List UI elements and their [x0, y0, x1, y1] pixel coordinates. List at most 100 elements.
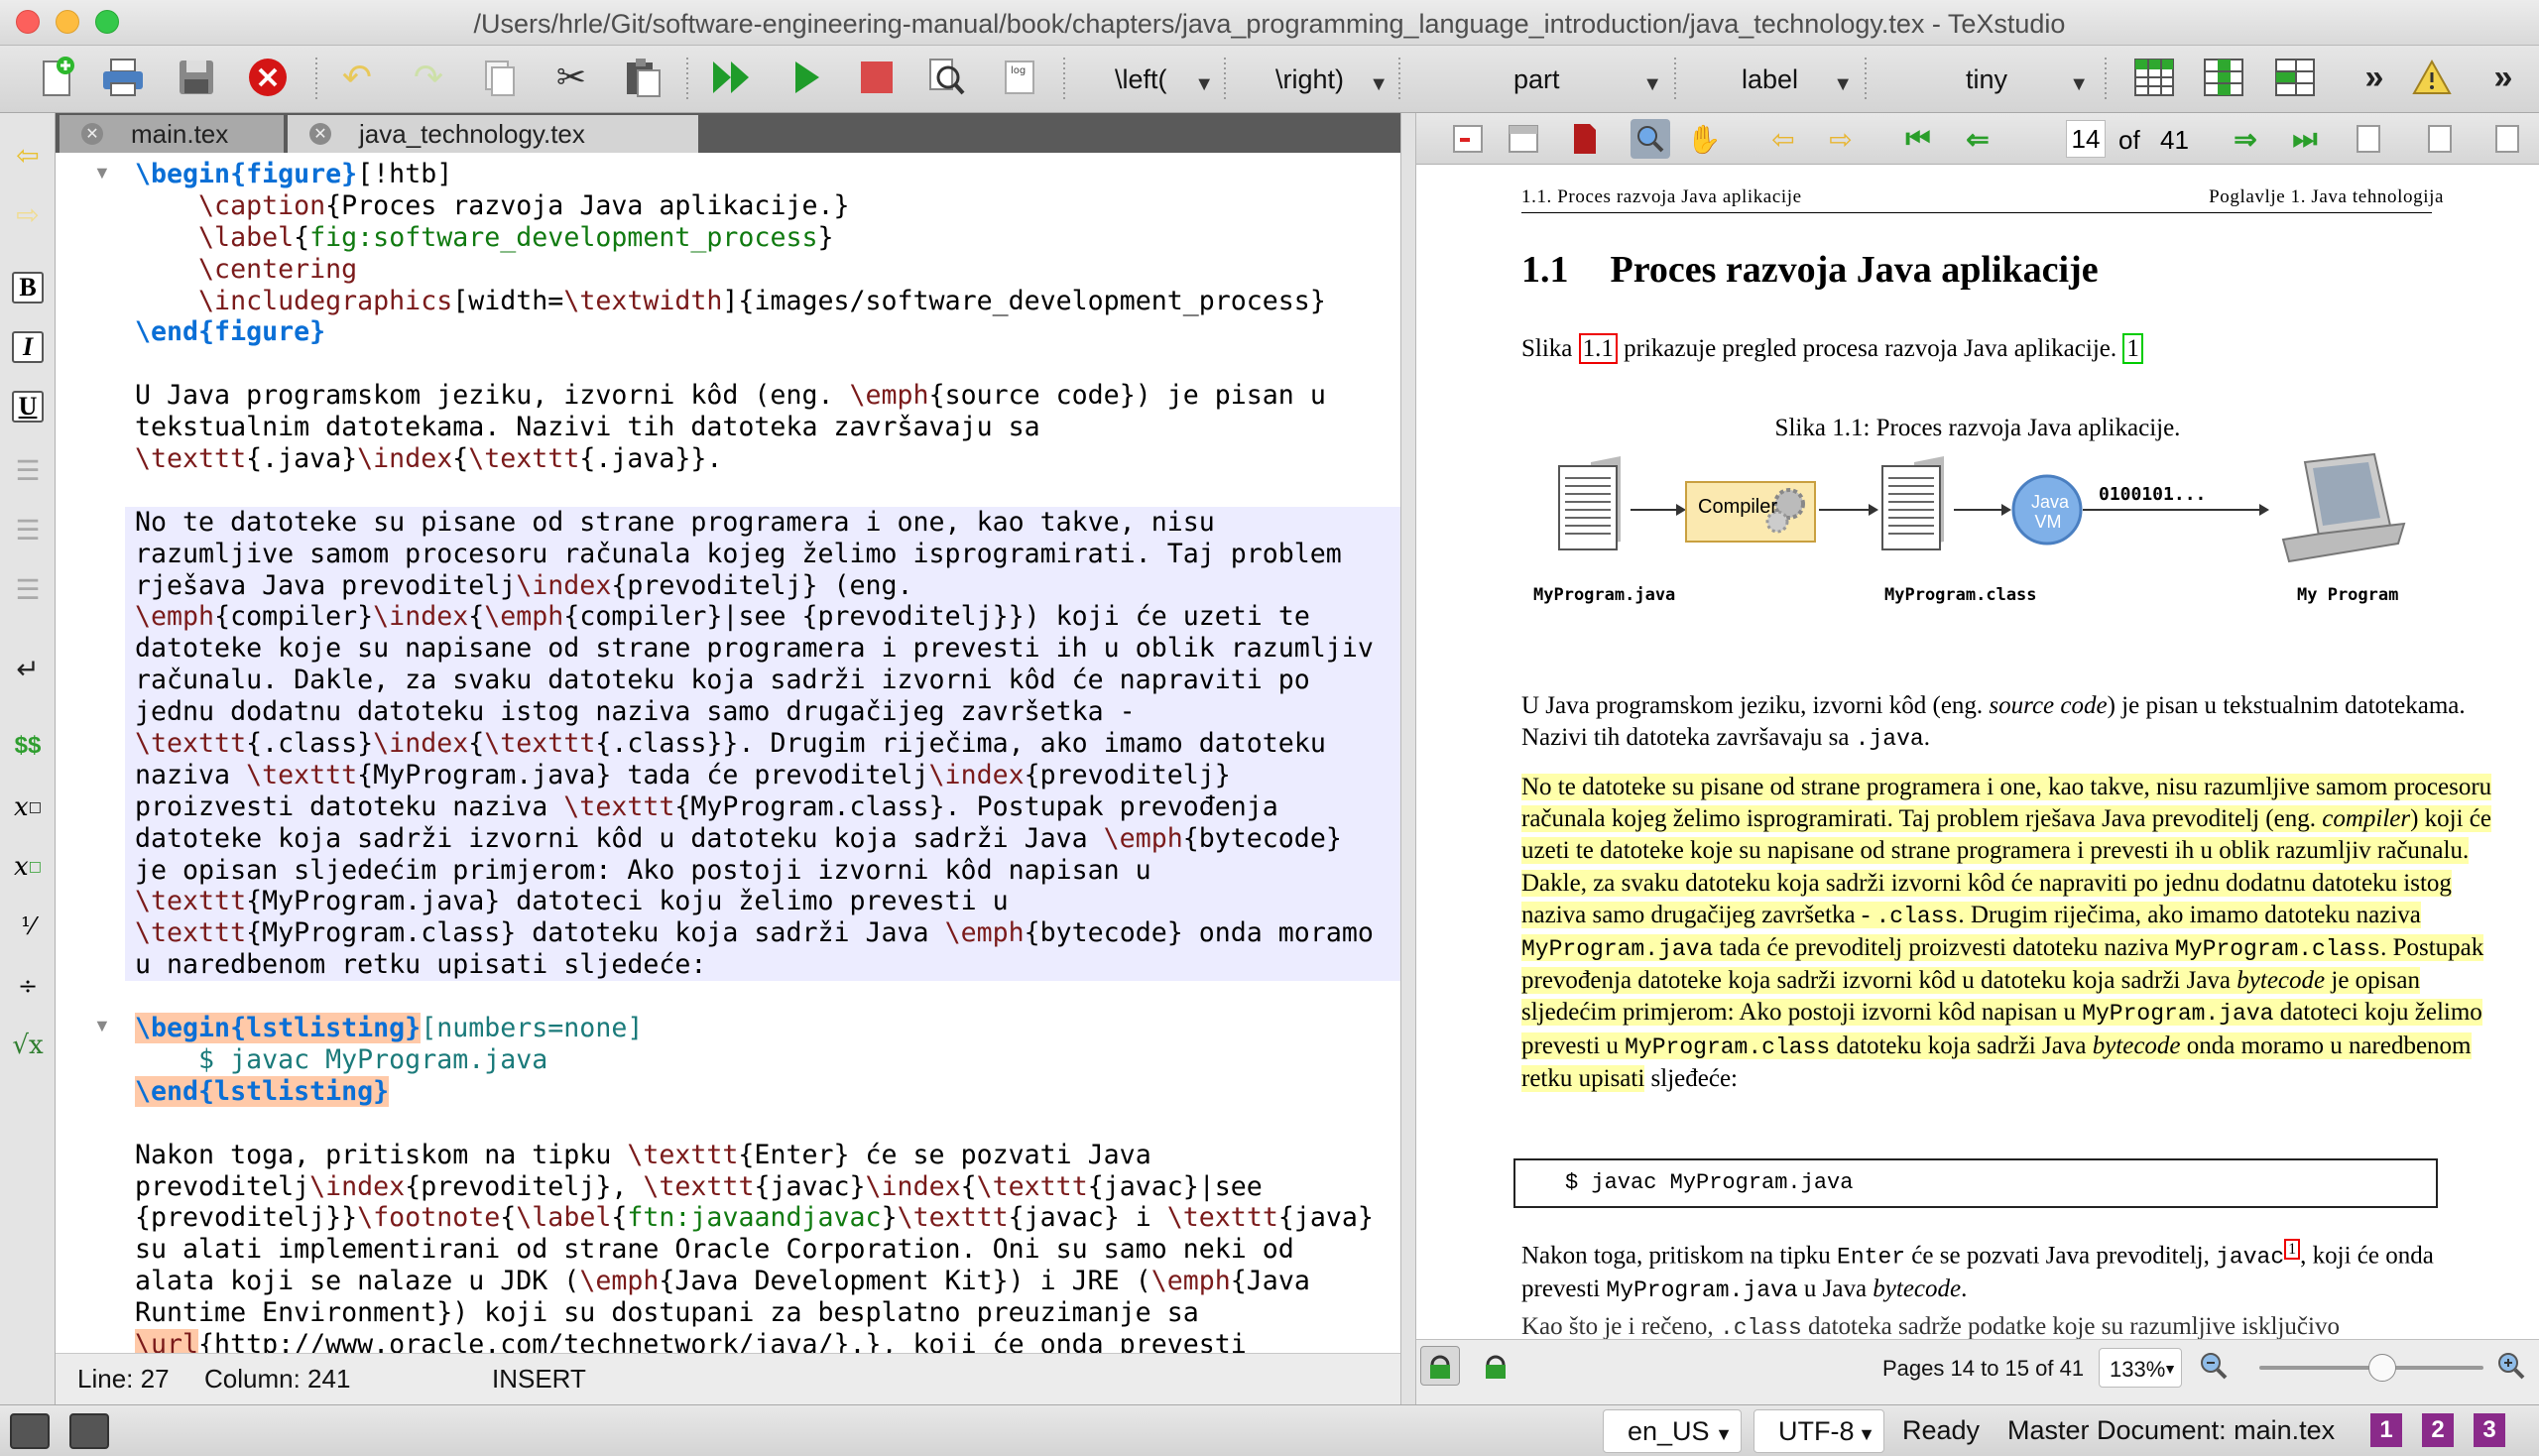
sqrt-icon[interactable]: √x — [8, 1026, 48, 1065]
language-combo[interactable]: en_US ▼ — [1603, 1409, 1742, 1453]
figure-caption: Slika 1.1: Proces razvoja Java aplikacij… — [1774, 415, 2181, 441]
align-right-icon[interactable]: ☰ — [8, 569, 48, 609]
bold-icon[interactable]: B — [12, 272, 44, 303]
zoom-out-icon[interactable] — [2194, 1346, 2234, 1386]
save-icon[interactable] — [173, 54, 220, 101]
next-page-icon[interactable]: ⇒ — [2226, 119, 2265, 159]
bookmark-3-icon[interactable]: 3 — [2474, 1413, 2505, 1447]
cursor-line: Line: 27 — [77, 1364, 170, 1394]
cursor-column: Column: 241 — [204, 1364, 351, 1394]
subscript-icon[interactable]: x □ — [8, 788, 48, 827]
pdf-embed-icon[interactable] — [1504, 119, 1543, 159]
view-log-icon[interactable]: log — [996, 54, 1043, 101]
cut-icon[interactable]: ✂ — [547, 54, 595, 101]
newline-icon[interactable]: ↵ — [8, 649, 48, 688]
chevron-down-icon: ▼ — [1833, 73, 1853, 95]
close-document-icon[interactable] — [244, 54, 292, 101]
zoom-slider-handle[interactable] — [2368, 1354, 2396, 1382]
copy-icon[interactable] — [476, 54, 524, 101]
fraction-icon[interactable]: ⅟ — [8, 907, 48, 946]
warning-icon[interactable] — [2408, 54, 2456, 101]
fold-marker-icon[interactable]: ▼ — [93, 1016, 111, 1036]
bookmark-1-icon[interactable]: 1 — [2370, 1413, 2402, 1447]
pdf-back-icon[interactable]: ⇦ — [1763, 119, 1803, 159]
close-tab-icon[interactable]: ✕ — [81, 123, 103, 145]
table-icon[interactable] — [2130, 54, 2178, 101]
page-number-input[interactable]: 14 — [2066, 120, 2106, 158]
undo-icon[interactable]: ↶ — [333, 54, 381, 101]
pdf-toolbar: ✋ ⇦ ⇨ ⏮ ⇐ 14 of 41 ⇒ ⏭ — [1416, 113, 2539, 165]
editor-text[interactable]: \begin{figure}[!htb] \caption{Proces raz… — [125, 159, 1400, 1353]
dfrac-icon[interactable]: ÷ — [8, 966, 48, 1006]
toolbar-separator — [2105, 58, 2107, 101]
total-pages: 41 — [2160, 125, 2189, 155]
math-mode-icon[interactable]: $$ — [8, 726, 48, 766]
encoding-combo[interactable]: UTF-8 ▼ — [1753, 1409, 1884, 1453]
footnote-marker-link[interactable]: 1 — [2284, 1239, 2301, 1260]
class-file-label: MyProgram.class — [1884, 585, 2037, 605]
pane-splitter[interactable] — [1400, 113, 1416, 1404]
pdf-viewer[interactable]: 1.1. Proces razvoja Java aplikacije Pogl… — [1416, 165, 2539, 1339]
font-size-combo[interactable]: tiny ▼ — [1966, 58, 2089, 101]
last-page-icon[interactable]: ⏭ — [2285, 119, 2325, 159]
build-view-icon[interactable] — [708, 54, 756, 101]
bookmark-back-icon[interactable]: ⇦ — [8, 135, 48, 175]
zoom-in-icon[interactable] — [2491, 1346, 2531, 1386]
align-center-icon[interactable]: ☰ — [8, 510, 48, 549]
more-tools-icon[interactable]: » — [2479, 54, 2527, 101]
running-header-right: Poglavlje 1. Java tehnologija — [2209, 186, 2444, 207]
toggle-structure-icon[interactable] — [10, 1413, 50, 1449]
hand-tool-icon[interactable]: ✋ — [1684, 119, 1724, 159]
footnote-link[interactable]: 1 — [2122, 333, 2143, 364]
code-listing-box: $ javac MyProgram.java — [1513, 1158, 2438, 1208]
bookmark-2-icon[interactable]: 2 — [2422, 1413, 2454, 1447]
fold-marker-icon[interactable]: ▼ — [93, 163, 111, 183]
figure-reference-link[interactable]: 1.1 — [1578, 333, 1618, 364]
label-combo[interactable]: label ▼ — [1742, 58, 1853, 101]
stop-compile-icon[interactable] — [853, 54, 901, 101]
new-file-icon[interactable] — [34, 54, 81, 101]
redo-icon[interactable]: ↷ — [405, 54, 452, 101]
section-heading: 1.1 Proces razvoja Java aplikacije — [1521, 249, 2099, 291]
table-column-icon[interactable] — [2200, 54, 2247, 101]
previous-page-icon[interactable]: ⇐ — [1958, 119, 1997, 159]
sync-lock-icon[interactable] — [1476, 1346, 1515, 1386]
right-delimiter-combo[interactable]: \right) ▼ — [1275, 58, 1389, 101]
more-tools-icon[interactable]: » — [2351, 54, 2398, 101]
italic-icon[interactable]: I — [12, 331, 44, 363]
paste-icon[interactable] — [619, 54, 666, 101]
zoom-slider[interactable] — [2259, 1354, 2483, 1382]
tab-main-tex[interactable]: ✕ main.tex — [60, 115, 284, 153]
toggle-messages-icon[interactable] — [69, 1413, 109, 1449]
magnifier-tool-icon[interactable] — [1631, 119, 1670, 159]
chevron-down-icon: ▼ — [2069, 73, 2089, 95]
code-editor[interactable]: ▼ ▼ \begin{figure}[!htb] \caption{Proces… — [56, 153, 1400, 1353]
fit-page-icon[interactable] — [2487, 119, 2527, 159]
bookmark-forward-icon[interactable]: ⇨ — [8, 194, 48, 234]
main-toolbar: ↶ ↷ ✂ log \left(▼ \right) ▼ part ▼ label ▼ … — [0, 46, 2539, 113]
sync-editor-icon[interactable] — [1420, 1346, 1460, 1386]
jvm-label-line2: VM — [2034, 512, 2062, 532]
fit-width-icon[interactable] — [2420, 119, 2460, 159]
source-code-paragraph: U Java programskom jeziku, izvorni kôd (… — [1521, 692, 2466, 753]
tab-java-technology-tex[interactable]: ✕ java_technology.tex — [288, 115, 698, 153]
single-page-icon[interactable] — [2349, 119, 2388, 159]
underline-icon[interactable]: U — [12, 391, 44, 423]
compile-icon[interactable] — [784, 54, 831, 101]
first-page-icon[interactable]: ⏮ — [1898, 119, 1938, 159]
pdf-external-icon[interactable] — [1565, 119, 1605, 159]
view-pdf-icon[interactable] — [922, 54, 970, 101]
print-icon[interactable] — [99, 54, 147, 101]
close-tab-icon[interactable]: ✕ — [309, 123, 331, 145]
structure-combo[interactable]: part ▼ — [1513, 58, 1662, 101]
superscript-icon[interactable]: x □ — [8, 847, 48, 887]
chevron-down-icon: ▼ — [1369, 73, 1389, 95]
svg-text:log: log — [1011, 65, 1026, 76]
pdf-forward-icon[interactable]: ⇨ — [1821, 119, 1861, 159]
align-left-icon[interactable]: ☰ — [8, 450, 48, 490]
pdf-window-icon[interactable] — [1448, 119, 1488, 159]
source-file-icon — [1558, 456, 1621, 550]
table-row-icon[interactable] — [2271, 54, 2319, 101]
left-delimiter-combo[interactable]: \left(▼ — [1115, 58, 1214, 101]
zoom-combo[interactable]: 133% ▼ — [2099, 1348, 2182, 1388]
